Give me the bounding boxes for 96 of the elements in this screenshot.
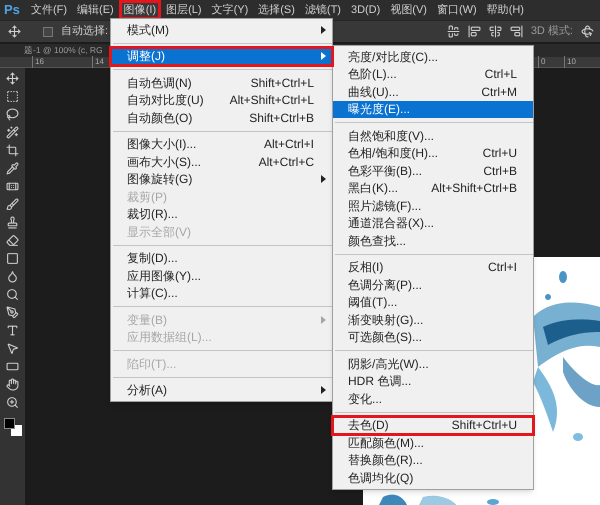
menu-item[interactable]: 调整(J): [111, 48, 332, 65]
app-logo: Ps: [3, 1, 21, 20]
menu-item[interactable]: 分析(A): [111, 382, 332, 399]
menu-item[interactable]: 照片滤镜(F)...: [333, 197, 533, 214]
menu-item[interactable]: 自动颜色(O) Shift+Ctrl+B: [111, 109, 332, 126]
menu-item[interactable]: 裁切(R)...: [111, 206, 332, 223]
ruler-label: 0: [538, 56, 564, 68]
shortcut-text: Shift+Ctrl+L: [250, 74, 314, 92]
align-icon[interactable]: [446, 25, 460, 38]
brush-icon[interactable]: [6, 198, 19, 211]
menu-item[interactable]: 渐变映射(G)...: [333, 311, 533, 328]
menu-item[interactable]: 色调均化(Q): [333, 469, 533, 486]
menu-item[interactable]: 反相(I) Ctrl+I: [333, 258, 533, 276]
mode-3d-label: 3D 模式:: [530, 24, 573, 40]
menu-item[interactable]: 图像旋转(G): [111, 170, 332, 188]
menu-bar-item[interactable]: 滤镜(T): [300, 1, 345, 19]
shortcut-text: Ctrl+U: [482, 145, 517, 162]
menu-item[interactable]: 计算(C)...: [111, 284, 332, 302]
shortcut-text: Ctrl+M: [481, 84, 517, 101]
shortcut-text: Alt+Ctrl+I: [264, 136, 314, 154]
menu-item[interactable]: 自动对比度(U) Alt+Shift+Ctrl+L: [111, 92, 332, 109]
menu-bar-item[interactable]: 帮助(H): [482, 1, 528, 19]
color-swatch-icon[interactable]: [4, 418, 22, 436]
menu-bar-item[interactable]: 编辑(E): [73, 1, 118, 19]
submenu-arrow-icon: [321, 175, 326, 184]
lasso-icon[interactable]: [6, 108, 19, 121]
bandage-icon[interactable]: [6, 180, 19, 193]
menu-item[interactable]: 黑白(K)... Alt+Shift+Ctrl+B: [333, 180, 533, 197]
pen-icon[interactable]: [6, 306, 19, 319]
menu-item[interactable]: 色阶(L)... Ctrl+L: [333, 66, 533, 83]
menu-item[interactable]: 应用图像(Y)...: [111, 267, 332, 284]
stamp-icon[interactable]: [6, 216, 19, 229]
menu-item[interactable]: 画布大小(S)... Alt+Ctrl+C: [111, 153, 332, 170]
pointer-icon[interactable]: [6, 342, 19, 355]
shortcut-text: Ctrl+B: [483, 162, 517, 180]
menu-item[interactable]: 亮度/对比度(C)...: [333, 48, 533, 66]
shortcut-text: Shift+Ctrl+B: [249, 110, 314, 127]
menu-item[interactable]: 变化...: [333, 390, 533, 408]
shortcut-text: Alt+Shift+Ctrl+L: [230, 92, 314, 110]
marquee-icon[interactable]: [6, 90, 19, 103]
type-icon[interactable]: [6, 324, 19, 337]
shortcut-text: Ctrl+I: [488, 259, 517, 276]
menu-bar-item[interactable]: 3D(D): [346, 1, 384, 19]
submenu-arrow-icon: [321, 52, 326, 60]
menu-item[interactable]: 阈值(T)...: [333, 294, 533, 311]
menu-item[interactable]: 自然饱和度(V)...: [333, 127, 533, 144]
menu-item[interactable]: 色调分离(P)...: [333, 276, 533, 294]
zoom-icon[interactable]: [6, 396, 19, 409]
menu-item[interactable]: 替换颜色(R)...: [333, 452, 533, 469]
eyedropper-icon[interactable]: [6, 162, 19, 175]
menu-bar-item[interactable]: 图层(L): [162, 1, 206, 19]
ruler-label: 10: [564, 56, 590, 68]
auto-select-label: 自动选择:: [61, 24, 108, 40]
submenu-arrow-icon: [321, 386, 326, 394]
rectangle-icon[interactable]: [6, 360, 19, 373]
shortcut-text: Alt+Ctrl+C: [258, 154, 314, 171]
align-icon[interactable]: [488, 25, 502, 38]
menu-item[interactable]: 颜色查找...: [333, 232, 533, 250]
document-tab[interactable]: 题-1 @ 100% (c, RG: [24, 44, 103, 57]
submenu-arrow-icon: [321, 316, 326, 324]
menu-item[interactable]: 阴影/高光(W)...: [333, 355, 533, 372]
magic-wand-icon[interactable]: [6, 126, 19, 139]
menu-item[interactable]: 色彩平衡(B)... Ctrl+B: [333, 162, 533, 180]
move-icon[interactable]: [6, 72, 19, 85]
menu-bar-item[interactable]: 窗口(W): [432, 1, 481, 19]
menu-item[interactable]: 可选颜色(S)...: [333, 328, 533, 346]
crop-icon[interactable]: [6, 144, 19, 157]
hand-icon[interactable]: [6, 378, 19, 391]
menu-bar-item[interactable]: 选择(S): [254, 1, 299, 19]
shortcut-text: Shift+Ctrl+U: [452, 417, 517, 434]
droplet-icon[interactable]: [6, 270, 19, 283]
submenu-arrow-icon: [321, 26, 326, 34]
menu-item[interactable]: 图像大小(I)... Alt+Ctrl+I: [111, 136, 332, 153]
menu-bar-item[interactable]: 图像(I): [120, 1, 160, 19]
move-tool-icon[interactable]: [8, 25, 21, 38]
menu-item[interactable]: 曝光度(E)...: [333, 100, 533, 118]
menu-item[interactable]: 匹配颜色(M)...: [333, 434, 533, 452]
menu-item[interactable]: HDR 色调...: [333, 372, 533, 390]
menu-item[interactable]: 曲线(U)... Ctrl+M: [333, 83, 533, 100]
menu-bar-item[interactable]: 视图(V): [386, 1, 431, 19]
menu-item[interactable]: 色相/饱和度(H)... Ctrl+U: [333, 144, 533, 162]
align-icon[interactable]: [468, 25, 481, 38]
shortcut-text: Ctrl+L: [484, 66, 517, 84]
menu-item[interactable]: 自动色调(N) Shift+Ctrl+L: [111, 74, 332, 92]
shortcut-text: Alt+Shift+Ctrl+B: [431, 180, 517, 198]
menu-item[interactable]: 模式(M): [111, 21, 332, 38]
eraser-icon[interactable]: [6, 234, 19, 247]
menu-bar-item[interactable]: 文字(Y): [208, 1, 252, 19]
rotate-3d-icon[interactable]: [581, 25, 594, 38]
menu-item[interactable]: 复制(D)...: [111, 250, 332, 267]
menu-bar-item[interactable]: 文件(F): [27, 1, 72, 19]
menu-item[interactable]: 去色(D) Shift+Ctrl+U: [333, 416, 533, 434]
auto-select-checkbox[interactable]: [43, 26, 53, 36]
ruler-label: 16: [32, 56, 92, 68]
align-icon[interactable]: [510, 25, 523, 38]
menu-item[interactable]: 通道混合器(X)...: [333, 214, 533, 232]
